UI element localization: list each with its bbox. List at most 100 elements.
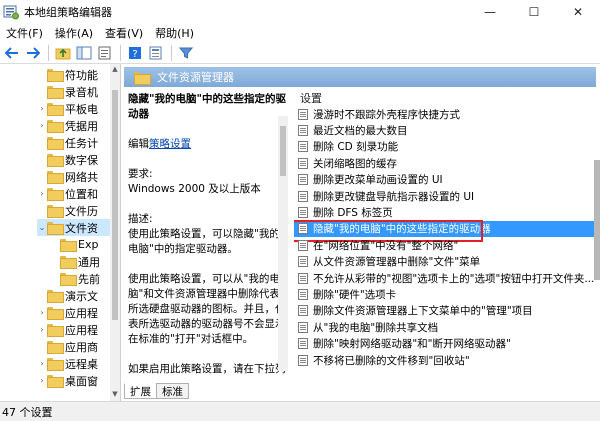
description-scrollbar[interactable] xyxy=(278,116,288,371)
policy-setting-icon xyxy=(298,157,308,169)
policy-setting-icon xyxy=(298,125,308,137)
policy-title: 隐藏"我的电脑"中的这些指定的驱动器 xyxy=(128,93,286,120)
settings-column-header[interactable]: 设置 xyxy=(294,90,594,106)
title-bar: 本地组策略编辑器 — ☐ ✕ xyxy=(0,0,600,23)
setting-row[interactable]: 从"我的电脑"删除共享文档 xyxy=(294,319,594,335)
policy-setting-icon xyxy=(298,223,308,235)
tree-item[interactable]: › 平板电 xyxy=(37,100,120,117)
expand-arrow-icon[interactable]: › xyxy=(37,376,47,385)
tree-item[interactable]: 符功能 xyxy=(37,66,120,83)
folder-icon xyxy=(47,341,64,354)
tree-scrollbar[interactable]: ▲ ▼ xyxy=(110,64,120,401)
collapse-arrow-icon[interactable]: ⌄ xyxy=(37,223,47,232)
tree-item[interactable]: › 远程桌 xyxy=(37,355,120,372)
setting-row[interactable]: 从文件资源管理器中删除"文件"菜单 xyxy=(294,254,594,270)
tree-item[interactable]: › 桌面窗 xyxy=(37,372,120,389)
folder-icon xyxy=(60,256,77,269)
folder-icon xyxy=(47,307,64,320)
setting-row[interactable]: 删除更改键盘导航指示器设置的 UI xyxy=(294,188,594,204)
setting-row[interactable]: 删除 DFS 标签页 xyxy=(294,204,594,220)
tree-item[interactable]: › 应用程 xyxy=(37,321,120,338)
setting-row[interactable]: 删除更改菜单动画设置的 UI xyxy=(294,172,594,188)
tree-scroll-thumb[interactable] xyxy=(112,90,118,320)
navigation-tree[interactable]: 符功能 录音机 › 平板电 › 凭据用 任务计 数字保 网络共 › 位置和 文件历 ⌄… xyxy=(0,64,121,401)
folder-icon xyxy=(47,120,64,133)
menu-file[interactable]: 文件(F) xyxy=(0,25,49,41)
policy-setting-icon xyxy=(298,141,308,153)
tab-extended[interactable]: 扩展 xyxy=(124,383,157,399)
settings-scrollbar[interactable] xyxy=(594,90,600,376)
setting-row[interactable]: 最近文档的最大数目 xyxy=(294,122,594,138)
menu-bar: 文件(F) 操作(A) 查看(V) 帮助(H) xyxy=(0,23,600,42)
forward-icon[interactable] xyxy=(23,44,43,62)
setting-row[interactable]: 不移将已删除的文件移到"回收站" xyxy=(294,352,594,368)
help-icon[interactable]: ? xyxy=(125,44,145,62)
pane-header-title: 文件资源管理器 xyxy=(157,71,234,84)
setting-row-selected[interactable]: 隐藏"我的电脑"中的这些指定的驱动器 xyxy=(294,219,594,243)
policy-description-panel: 隐藏"我的电脑"中的这些指定的驱动器 编辑策略设置 要求: Windows 20… xyxy=(128,92,288,376)
up-folder-icon[interactable] xyxy=(53,44,73,62)
expand-arrow-icon[interactable]: › xyxy=(37,121,47,130)
folder-icon xyxy=(47,137,64,150)
folder-icon xyxy=(47,358,64,371)
description-paragraph: 使用此策略设置，可以隐藏"我的电脑"中的指定驱动器。 xyxy=(128,228,280,255)
setting-row[interactable]: 删除"映射网络驱动器"和"断开网络驱动器" xyxy=(294,335,594,351)
expand-arrow-icon[interactable]: › xyxy=(37,359,47,368)
policy-setting-icon xyxy=(298,108,308,120)
menu-view[interactable]: 查看(V) xyxy=(99,25,149,41)
expand-arrow-icon[interactable]: › xyxy=(37,104,47,113)
window-title: 本地组策略编辑器 xyxy=(24,5,112,19)
folder-icon xyxy=(47,375,64,388)
export-list-icon[interactable] xyxy=(95,44,115,62)
folder-icon xyxy=(60,239,77,252)
tree-item-file-explorer[interactable]: ⌄ 文件资 xyxy=(37,219,110,236)
requirements-label: 要求: xyxy=(128,168,153,180)
description-paragraph: 如果启用此策略设置，请在下拉列表中选择一个驱动器或多个驱动器的组合。 xyxy=(128,363,286,375)
setting-row[interactable]: 不允许从彩带的"视图"选项卡上的"选项"按钮中打开文件夹... xyxy=(294,270,594,286)
tab-standard[interactable]: 标准 xyxy=(156,383,189,399)
settings-scroll-thumb[interactable] xyxy=(594,160,600,280)
setting-row[interactable]: 删除"硬件"选项卡 xyxy=(294,286,594,302)
view-tabs: 扩展 标准 xyxy=(124,383,189,401)
folder-icon xyxy=(134,71,151,85)
policy-setting-icon xyxy=(298,321,308,333)
folder-icon xyxy=(47,171,64,184)
tree-item[interactable]: › 应用程 xyxy=(37,304,120,321)
edit-policy-line: 编辑策略设置 xyxy=(128,138,191,150)
policy-setting-icon xyxy=(298,338,308,350)
minimize-button[interactable]: — xyxy=(468,0,512,23)
group-policy-app-icon xyxy=(3,4,19,20)
menu-action[interactable]: 操作(A) xyxy=(49,25,99,41)
edit-policy-link[interactable]: 策略设置 xyxy=(149,138,191,150)
tree-item[interactable]: › 位置和 xyxy=(37,185,120,202)
show-hide-tree-icon[interactable] xyxy=(74,44,94,62)
requirements-value: Windows 2000 及以上版本 xyxy=(128,183,261,195)
svg-text:?: ? xyxy=(132,49,137,60)
expand-arrow-icon[interactable]: › xyxy=(37,308,47,317)
policy-setting-icon xyxy=(298,305,308,317)
expand-arrow-icon[interactable]: › xyxy=(37,325,47,334)
properties-icon[interactable] xyxy=(146,44,166,62)
setting-row[interactable]: 删除文件资源管理器上下文菜单中的"管理"项目 xyxy=(294,303,594,319)
toolbar-separator xyxy=(48,44,49,61)
pane-header: 文件资源管理器 xyxy=(124,67,596,87)
close-button[interactable]: ✕ xyxy=(556,0,600,23)
description-scroll-thumb[interactable] xyxy=(280,126,286,176)
setting-row[interactable]: 删除 CD 刻录功能 xyxy=(294,139,594,155)
scroll-down-arrow-icon[interactable]: ▼ xyxy=(110,390,120,400)
menu-help[interactable]: 帮助(H) xyxy=(149,25,200,41)
maximize-button[interactable]: ☐ xyxy=(512,0,556,23)
settings-count: 47 个设置 xyxy=(2,405,53,419)
policy-setting-icon xyxy=(298,256,308,268)
scroll-up-arrow-icon[interactable]: ▲ xyxy=(110,65,120,75)
setting-row[interactable]: 关闭缩略图的缓存 xyxy=(294,155,594,171)
back-icon[interactable] xyxy=(2,44,22,62)
policy-setting-icon xyxy=(298,190,308,202)
setting-row[interactable]: 在"网络位置"中没有"整个网络" xyxy=(294,237,594,253)
tree-item[interactable]: › 凭据用 xyxy=(37,117,120,134)
folder-icon xyxy=(47,154,64,167)
expand-arrow-icon[interactable]: › xyxy=(37,189,47,198)
setting-row[interactable]: 漫游时不跟踪外壳程序快捷方式 xyxy=(294,106,594,122)
status-bar: 47 个设置 xyxy=(0,401,600,421)
filter-icon[interactable] xyxy=(176,44,196,62)
